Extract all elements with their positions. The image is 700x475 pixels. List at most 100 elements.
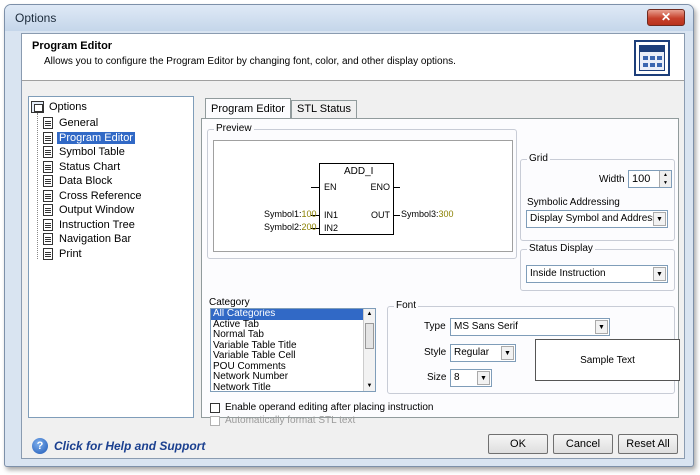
symbol1-value: 100 — [301, 209, 317, 219]
in2-pin: IN2 — [324, 223, 339, 233]
chevron-down-icon[interactable]: ▼ — [653, 267, 666, 281]
options-window: Options ✕ Program Editor Allows you to c… — [4, 4, 694, 467]
list-scrollbar[interactable]: ▲ ▼ — [363, 309, 375, 391]
symbolic-addressing-select[interactable]: Display Symbol and Address ▼ — [526, 210, 668, 228]
sample-text-box: Sample Text — [535, 339, 680, 381]
symbol2-value: 200 — [301, 222, 317, 232]
font-type-select[interactable]: MS Sans Serif ▼ — [450, 318, 610, 336]
options-tree[interactable]: Options General Program Editor Symbol Ta… — [28, 96, 194, 418]
list-item[interactable]: Variable Table Cell — [211, 350, 375, 362]
checkbox-box[interactable] — [210, 402, 220, 413]
scroll-up-icon[interactable]: ▲ — [364, 309, 375, 319]
category-label: Category — [209, 297, 250, 308]
font-style-value: Regular — [454, 347, 490, 358]
tree-item-instruction-tree[interactable]: Instruction Tree — [43, 218, 137, 232]
grid-label: Grid — [527, 153, 550, 164]
preview-group: Preview ADD_I EN ENO IN1 OUT IN2 Symbol1… — [207, 123, 517, 259]
symbol3-value: 300 — [438, 209, 454, 219]
ok-button[interactable]: OK — [488, 434, 548, 454]
category-list[interactable]: All Categories Active Tab Normal Tab Var… — [210, 308, 376, 392]
enable-operand-checkbox[interactable]: Enable operand editing after placing ins… — [210, 402, 433, 413]
tree-item-label: Cross Reference — [59, 189, 142, 202]
width-value: 100 — [632, 173, 651, 185]
help-link[interactable]: ? Click for Help and Support — [32, 438, 205, 454]
tree-item-label: Output Window — [59, 204, 135, 216]
tree-item-status-chart[interactable]: Status Chart — [43, 160, 122, 174]
eno-wire — [394, 187, 400, 188]
close-button[interactable]: ✕ — [647, 9, 685, 26]
tree-item-symbol-table[interactable]: Symbol Table — [43, 145, 127, 159]
symbolic-addressing-label: Symbolic Addressing — [527, 197, 620, 208]
symbol2-text: Symbol2:200 — [264, 222, 317, 232]
tree-item-data-block[interactable]: Data Block — [43, 174, 114, 188]
out-pin: OUT — [371, 210, 390, 220]
dialog-client: Program Editor Allows you to configure t… — [21, 33, 685, 459]
eno-pin: ENO — [370, 182, 390, 192]
document-icon — [43, 247, 53, 260]
font-style-select[interactable]: Regular ▼ — [450, 344, 516, 362]
symbolic-addressing-value: Display Symbol and Address — [530, 213, 658, 224]
width-label: Width — [599, 174, 625, 185]
tree-item-general[interactable]: General — [43, 116, 100, 130]
tree-root-label: Options — [49, 101, 87, 113]
grid-group: Grid Width 100 ▲ ▼ Symbolic Addressing Di… — [520, 153, 675, 241]
help-question-icon[interactable]: ? — [32, 438, 48, 454]
checkbox-box — [210, 415, 220, 426]
font-label: Font — [394, 300, 419, 311]
en-pin: EN — [324, 182, 337, 192]
document-icon — [43, 131, 53, 144]
width-spinner[interactable]: 100 ▲ ▼ — [628, 170, 672, 188]
function-block: ADD_I EN ENO IN1 OUT IN2 — [319, 163, 394, 235]
tree-item-cross-reference[interactable]: Cross Reference — [43, 189, 144, 203]
spin-arrows-icon[interactable]: ▲ ▼ — [659, 171, 671, 187]
cancel-button[interactable]: Cancel — [553, 434, 613, 454]
chevron-down-icon[interactable]: ▼ — [653, 212, 666, 226]
tab-program-editor[interactable]: Program Editor — [205, 98, 291, 118]
symbol3-text: Symbol3:300 — [401, 209, 454, 219]
tab-stl-status[interactable]: STL Status — [290, 100, 357, 118]
font-size-value: 8 — [454, 372, 460, 383]
tab-strip: Program Editor STL Status — [205, 98, 357, 118]
reset-all-button[interactable]: Reset All — [618, 434, 678, 454]
tree-root-options[interactable]: Options — [31, 101, 89, 113]
tree-item-label: Program Editor — [57, 131, 135, 144]
symbol3-name: Symbol3: — [401, 209, 439, 219]
title-bar[interactable]: Options ✕ — [5, 5, 693, 31]
tree-item-label: Navigation Bar — [59, 233, 132, 245]
enable-operand-label: Enable operand editing after placing ins… — [225, 402, 434, 413]
scroll-down-icon[interactable]: ▼ — [364, 381, 375, 391]
tree-item-program-editor[interactable]: Program Editor — [43, 131, 135, 145]
status-display-group: Status Display Inside Instruction ▼ — [520, 243, 675, 291]
header-panel: Program Editor Allows you to configure t… — [22, 34, 684, 81]
chevron-down-icon[interactable]: ▼ — [595, 320, 608, 334]
status-display-select[interactable]: Inside Instruction ▼ — [526, 265, 668, 283]
program-editor-icon — [634, 40, 670, 76]
en-wire — [311, 187, 319, 188]
tree-item-label: Print — [59, 247, 82, 260]
page-description: Allows you to configure the Program Edit… — [44, 56, 456, 67]
document-icon — [43, 204, 53, 216]
in1-pin: IN1 — [324, 210, 339, 220]
tab-panel: Preview ADD_I EN ENO IN1 OUT IN2 Symbol1… — [201, 118, 680, 426]
font-type-value: MS Sans Serif — [454, 321, 518, 332]
tree-item-navigation-bar[interactable]: Navigation Bar — [43, 232, 133, 246]
chevron-down-icon[interactable]: ▼ — [477, 371, 490, 385]
font-size-select[interactable]: 8 ▼ — [450, 369, 492, 387]
scroll-thumb[interactable] — [365, 323, 374, 349]
help-link-text[interactable]: Click for Help and Support — [54, 439, 205, 453]
tree-item-print[interactable]: Print — [43, 247, 84, 261]
tree-item-label: Data Block — [59, 175, 113, 187]
auto-format-label: Automatically format STL text — [225, 415, 356, 426]
list-item[interactable]: Normal Tab — [211, 329, 375, 341]
list-item[interactable]: Network Number — [211, 371, 375, 383]
symbol1-name: Symbol1: — [264, 209, 302, 219]
size-label: Size — [427, 372, 447, 383]
document-icon — [43, 233, 53, 245]
list-item[interactable]: All Categories — [211, 309, 375, 320]
status-display-value: Inside Instruction — [530, 268, 606, 279]
symbol2-name: Symbol2: — [264, 222, 302, 232]
chevron-down-icon[interactable]: ▼ — [501, 346, 514, 360]
tree-item-output-window[interactable]: Output Window — [43, 203, 136, 217]
preview-canvas: ADD_I EN ENO IN1 OUT IN2 Symbol1:100 Sym… — [213, 140, 513, 252]
list-item[interactable]: Network Title — [211, 382, 375, 391]
